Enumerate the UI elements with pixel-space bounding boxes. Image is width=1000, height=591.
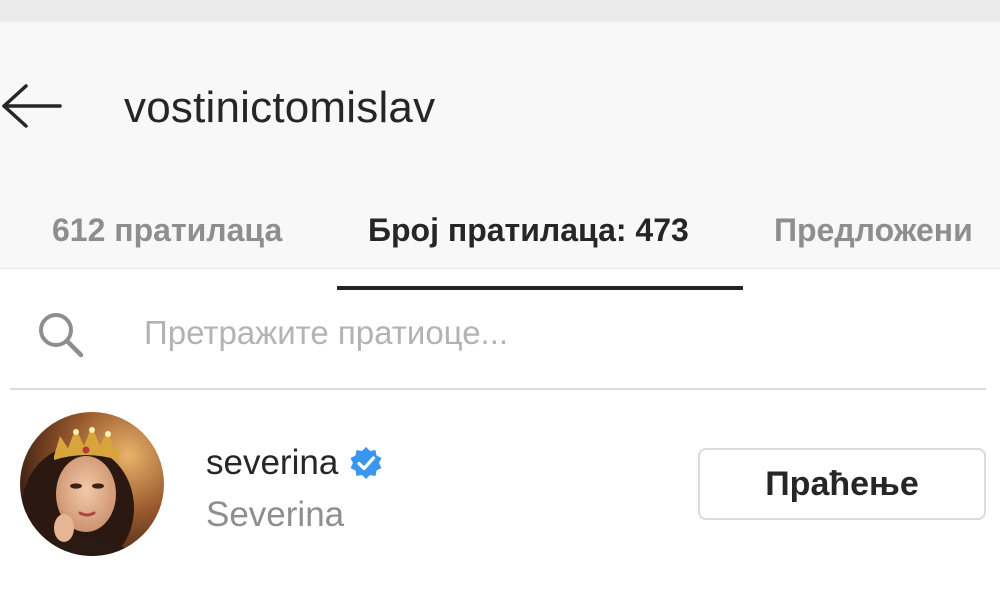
header-divider (0, 268, 1000, 269)
full-name: Severina (206, 495, 345, 534)
page-title: vostinictomislav (124, 83, 436, 132)
search-divider (10, 388, 986, 390)
username-row[interactable]: severina (206, 440, 384, 486)
app-header: vostinictomislav 612 пратилаца Број прат… (0, 22, 1000, 290)
arrow-left-icon (2, 84, 62, 128)
back-button[interactable] (0, 82, 66, 130)
status-bar (0, 0, 1000, 22)
tab-followers[interactable]: 612 пратилаца (52, 208, 282, 252)
search-input[interactable] (144, 308, 964, 358)
tab-suggested[interactable]: Предложени (774, 208, 973, 252)
search-bar (0, 300, 1000, 364)
active-tab-indicator (337, 286, 743, 290)
following-button[interactable]: Праћење (698, 448, 986, 520)
tab-following[interactable]: Број пратилаца: 473 (368, 208, 689, 252)
list-item: severina Severina Праћење (0, 408, 1000, 558)
avatar[interactable] (20, 412, 164, 556)
username: severina (206, 443, 339, 482)
avatar-photo (20, 412, 164, 556)
search-icon (39, 313, 84, 358)
verified-badge-icon (350, 447, 382, 479)
